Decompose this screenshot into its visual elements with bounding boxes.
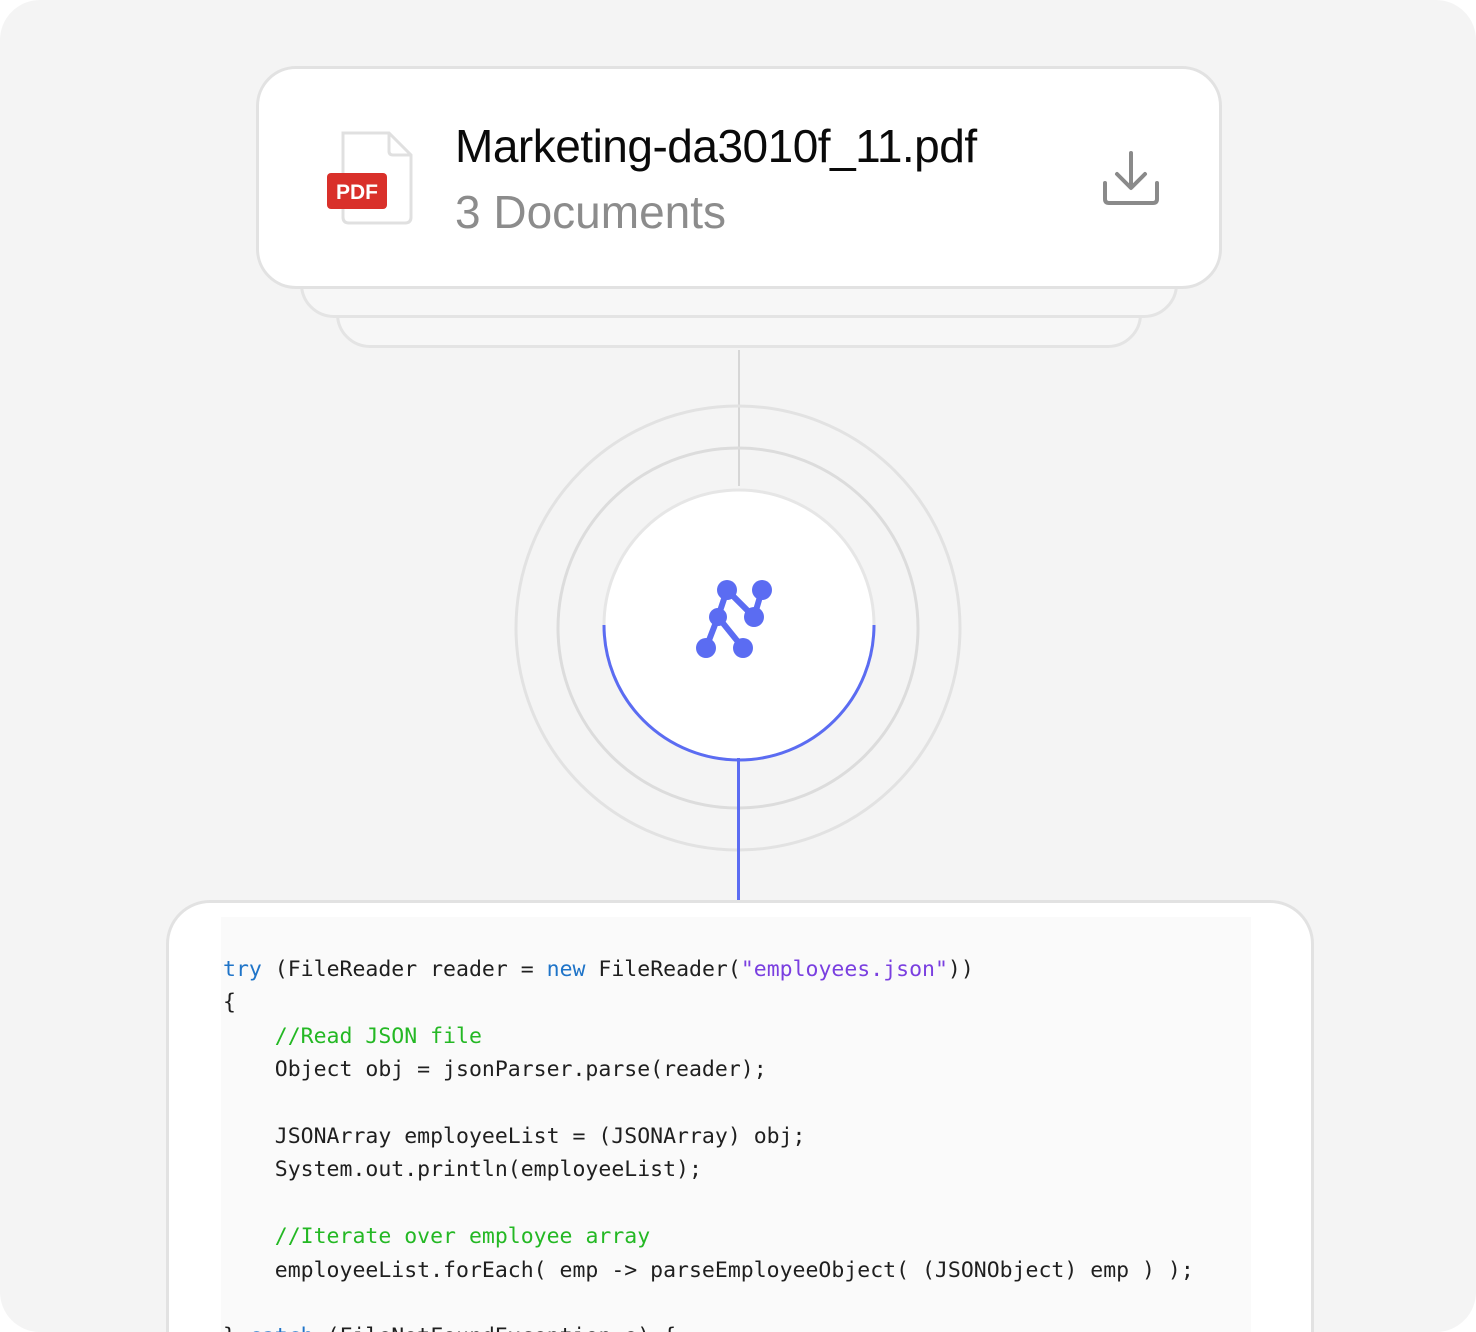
code-comment: //Iterate over employee array [274, 1224, 651, 1250]
file-name: Marketing-da3010f_11.pdf [455, 120, 977, 172]
code-text: } [223, 1324, 249, 1332]
code-keyword: new [546, 957, 586, 982]
code-keyword: try [223, 957, 262, 982]
code-block: try (FileReader reader = new FileReader(… [223, 953, 1194, 1332]
code-line: System.out.println(employeeList); [223, 1153, 1194, 1186]
code-line: //Iterate over employee array [223, 1220, 1194, 1253]
code-output-card: try (FileReader reader = new FileReader(… [166, 900, 1314, 1332]
code-text: (FileReader reader = [261, 957, 547, 982]
network-nodes-logo-icon [696, 580, 772, 658]
code-text: FileReader( [585, 957, 741, 982]
code-text: Object obj = jsonParser.parse(reader); [223, 1057, 767, 1083]
code-keyword: catch [249, 1324, 314, 1332]
canvas: PDF Marketing-da3010f_11.pdf 3 Documents [0, 0, 1476, 1332]
code-string: "employees.json" [740, 957, 948, 982]
file-card[interactable]: PDF Marketing-da3010f_11.pdf 3 Documents [256, 66, 1222, 289]
code-text: (FileNotFoundException e) { [314, 1324, 677, 1332]
download-icon[interactable] [1101, 149, 1161, 209]
code-text: JSONArray employeeList = (JSONArray) obj… [223, 1123, 806, 1149]
code-line: //Read JSON file [223, 1020, 1194, 1053]
code-line: JSONArray employeeList = (JSONArray) obj… [223, 1120, 1194, 1153]
pdf-badge-label: PDF [336, 181, 378, 204]
code-text: )) [947, 957, 974, 982]
code-line: try (FileReader reader = new FileReader(… [223, 953, 1194, 986]
code-comment: //Read JSON file [274, 1023, 482, 1049]
code-line: } catch (FileNotFoundException e) { [223, 1320, 1194, 1332]
code-text: employeeList.forEach( emp -> parseEmploy… [223, 1257, 1194, 1283]
document-count: 3 Documents [455, 186, 727, 238]
code-line: Object obj = jsonParser.parse(reader); [223, 1053, 1194, 1086]
code-text: System.out.println(employeeList); [223, 1157, 702, 1183]
pdf-file-icon: PDF [327, 131, 413, 225]
code-line: employeeList.forEach( emp -> parseEmploy… [223, 1254, 1194, 1287]
connector-line-output [737, 758, 740, 904]
code-line: { [223, 986, 1194, 1019]
code-text: { [223, 990, 236, 1016]
